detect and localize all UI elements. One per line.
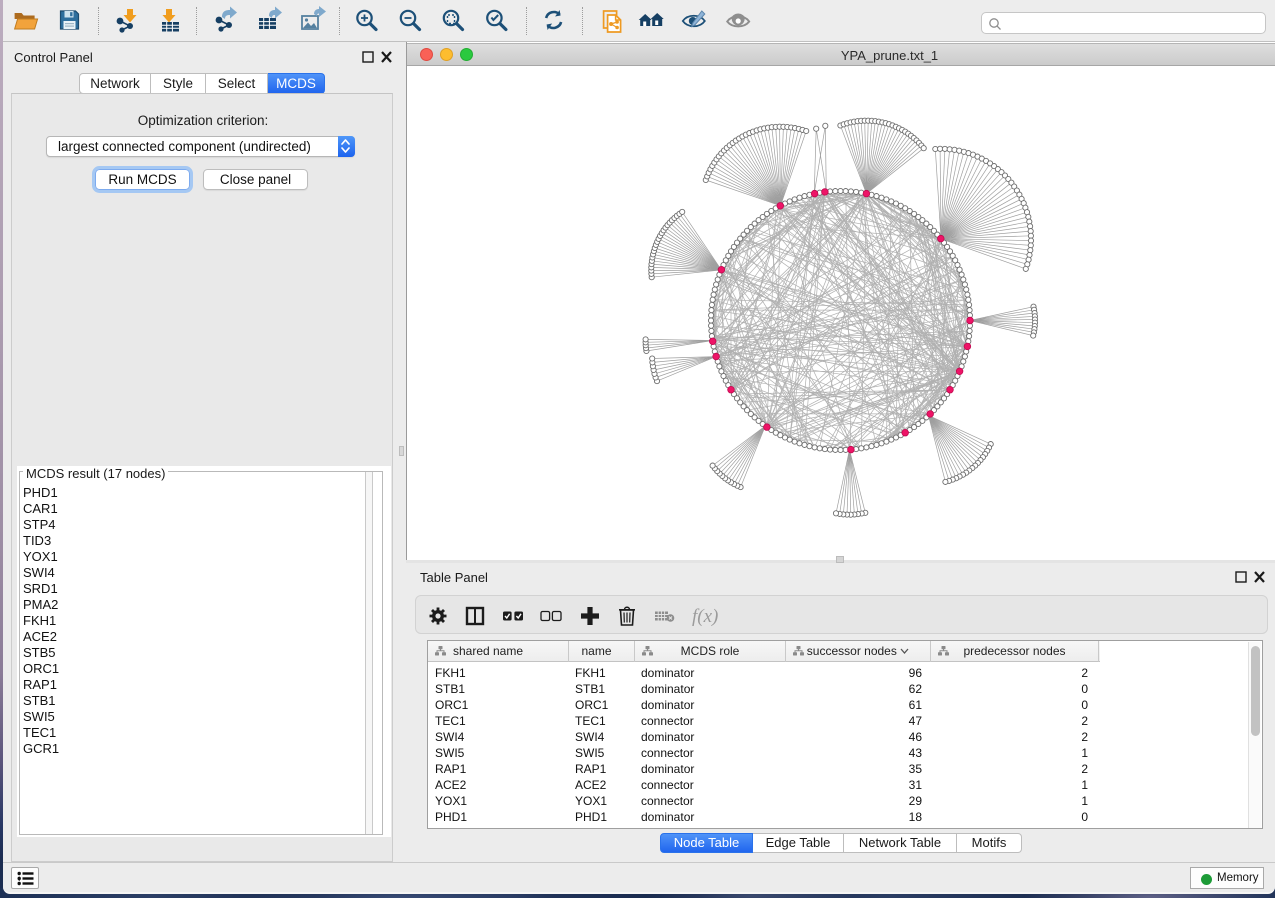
svg-text:f(x): f(x) [692, 606, 718, 627]
